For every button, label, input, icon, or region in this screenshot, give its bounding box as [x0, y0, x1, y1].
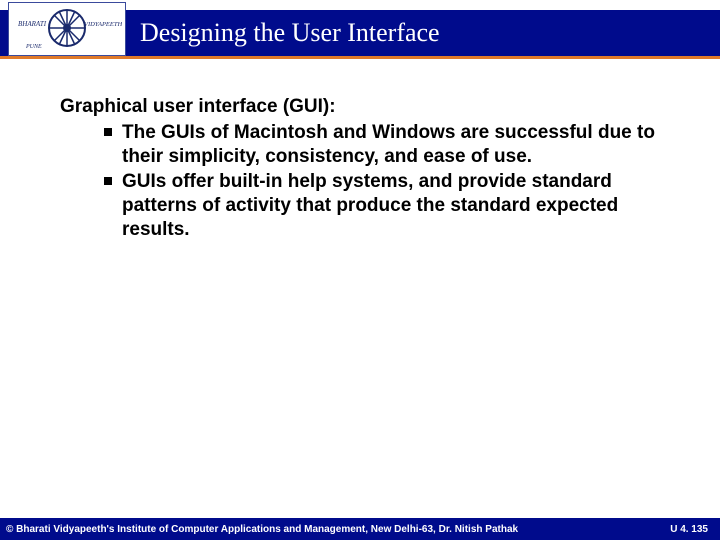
footer-bar: © Bharati Vidyapeeth's Institute of Comp…: [0, 518, 720, 540]
svg-text:VIDYAPEETH: VIDYAPEETH: [84, 21, 122, 28]
header: Designing the User Interface BHARATI VID…: [0, 0, 720, 62]
bullet-list: The GUIs of Macintosh and Windows are su…: [60, 121, 690, 242]
slide-title: Designing the User Interface: [140, 18, 440, 48]
list-item: The GUIs of Macintosh and Windows are su…: [104, 121, 690, 169]
list-item: GUIs offer built-in help systems, and pr…: [104, 170, 690, 241]
institution-logo: BHARATI VIDYAPEETH PUNE: [8, 2, 126, 56]
footer-pageref: U 4. 135: [670, 524, 708, 535]
body-heading: Graphical user interface (GUI):: [60, 95, 690, 119]
svg-text:PUNE: PUNE: [25, 44, 42, 50]
bullet-text: The GUIs of Macintosh and Windows are su…: [122, 122, 655, 167]
footer-copyright: © Bharati Vidyapeeth's Institute of Comp…: [6, 524, 518, 535]
bullet-text: GUIs offer built-in help systems, and pr…: [122, 171, 618, 240]
slide-body: Graphical user interface (GUI): The GUIs…: [60, 95, 690, 244]
svg-text:BHARATI: BHARATI: [18, 20, 47, 28]
logo-icon: BHARATI VIDYAPEETH PUNE: [12, 6, 122, 52]
accent-line: [0, 56, 720, 59]
